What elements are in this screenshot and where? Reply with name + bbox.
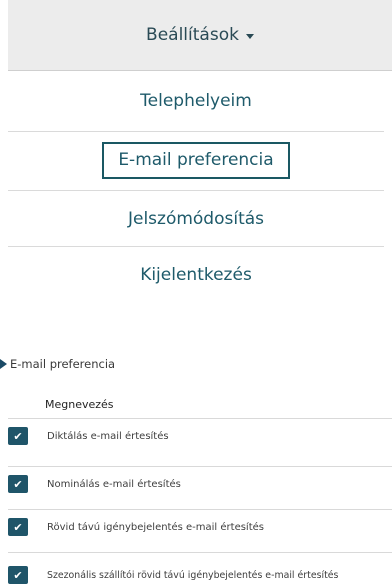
column-header-name: Megnevezés (45, 398, 114, 411)
table-row: ✔ Nominálás e-mail értesítés (0, 474, 392, 494)
table-divider (8, 509, 392, 510)
check-icon: ✔ (13, 429, 23, 443)
menu-item-kijelentkezes[interactable]: Kijelentkezés (8, 247, 384, 303)
row-label: Diktálás e-mail értesítés (47, 430, 169, 442)
table-divider (8, 466, 392, 467)
row-label: Nominálás e-mail értesítés (47, 478, 181, 490)
menu-item-label: E-mail preferencia (102, 142, 290, 179)
check-icon: ✔ (13, 477, 23, 491)
table-divider (8, 552, 392, 553)
table-row: ✔ Szezonális szállítói rövid távú igényb… (0, 565, 392, 585)
notification-checkbox[interactable]: ✔ (8, 566, 28, 584)
notification-checkbox[interactable]: ✔ (8, 518, 28, 536)
row-label: Szezonális szállítói rövid távú igénybej… (47, 569, 339, 581)
email-preferences-section-toggle[interactable]: E-mail preferencia (0, 357, 115, 371)
menu-item-label: Telephelyeim (140, 91, 252, 111)
table-divider (8, 418, 392, 419)
menu-item-email-preferencia[interactable]: E-mail preferencia (8, 132, 384, 189)
notification-checkbox[interactable]: ✔ (8, 475, 28, 493)
menu-item-telephelyeim[interactable]: Telephelyeim (8, 72, 384, 130)
caret-down-icon (245, 33, 254, 39)
triangle-right-icon (0, 359, 7, 369)
section-title: E-mail preferencia (10, 357, 116, 371)
table-row: ✔ Diktálás e-mail értesítés (0, 426, 392, 446)
menu-item-label: Jelszómódosítás (127, 208, 265, 229)
settings-dropdown-toggle[interactable]: Beállítások (8, 0, 392, 71)
menu-item-jelszomodositas[interactable]: Jelszómódosítás (8, 191, 384, 246)
menu-item-label: Kijelentkezés (140, 265, 252, 285)
notification-checkbox[interactable]: ✔ (8, 427, 28, 445)
check-icon: ✔ (13, 568, 23, 582)
check-icon: ✔ (13, 520, 23, 534)
row-label: Rövid távú igénybejelentés e-mail értesí… (47, 521, 264, 533)
settings-dropdown-label: Beállítások (146, 25, 239, 45)
table-row: ✔ Rövid távú igénybejelentés e-mail érte… (0, 517, 392, 537)
